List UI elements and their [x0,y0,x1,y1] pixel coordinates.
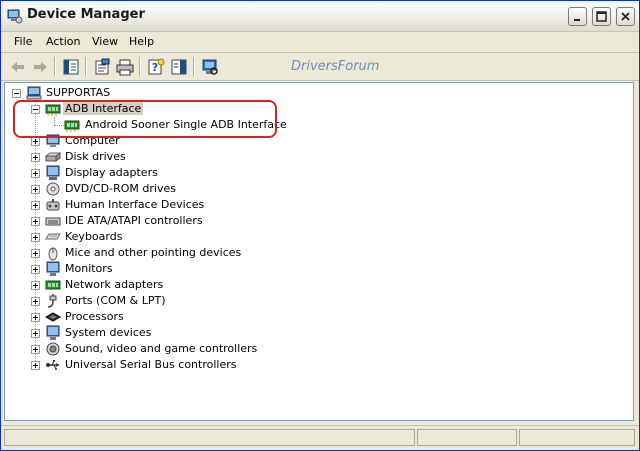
expand-icon[interactable] [31,185,40,194]
tree-item-category[interactable]: Human Interface Devices [5,197,605,213]
toolbar-separator [85,57,87,77]
status-pane-3 [519,429,635,446]
menu-help[interactable]: Help [129,35,154,48]
tree-item-category[interactable]: Display adapters [5,165,605,181]
category-label: System devices [65,326,152,339]
menu-file[interactable]: File [14,35,32,48]
cdrom-icon [46,182,60,196]
toolbar-separator [139,57,141,77]
tree-item-category[interactable]: Disk drives [5,149,605,165]
show-hide-pane-icon[interactable] [169,57,189,77]
expand-icon[interactable] [31,281,40,290]
window-title: Device Manager [27,7,145,22]
close-button[interactable] [616,7,635,26]
expand-icon[interactable] [31,201,40,210]
computer-icon [26,86,42,100]
title-bar[interactable]: Device Manager [1,1,639,32]
disk-drive-icon [45,152,61,162]
device-manager-window: Device Manager File Action View Help ? D… [0,0,640,451]
category-label: Processors [65,310,124,323]
adb-highlight-box [13,100,277,138]
print-icon[interactable] [115,57,135,77]
sound-icon [46,342,60,356]
toolbar-separator [193,57,195,77]
expand-icon[interactable] [31,249,40,258]
minimize-button[interactable] [568,7,587,26]
maximize-icon [596,11,607,22]
category-label: Network adapters [65,278,164,291]
expand-icon[interactable] [31,153,40,162]
ide-controller-icon [45,217,61,226]
category-label: Human Interface Devices [65,198,205,211]
expand-icon[interactable] [31,137,40,146]
keyboard-icon [45,233,61,240]
display-adapter-icon [46,165,60,180]
tree-item-category[interactable]: Universal Serial Bus controllers [5,357,605,373]
port-icon [47,294,57,308]
network-adapter-icon [45,280,61,290]
watermark-text: DriversForum [291,59,380,74]
back-arrow-icon[interactable] [8,57,28,77]
svg-text:?: ? [152,61,158,74]
processor-icon [45,312,61,322]
tree-item-category[interactable]: Sound, video and game controllers [5,341,605,357]
tree-item-category[interactable]: DVD/CD-ROM drives [5,181,605,197]
monitor-icon [46,261,60,276]
expand-icon[interactable] [31,169,40,178]
category-label: IDE ATA/ATAPI controllers [65,214,203,227]
status-pane-main [4,429,415,446]
status-pane-2 [417,429,517,446]
collapse-icon[interactable] [12,89,21,98]
toolbar: ? DriversForum [1,53,639,81]
tree-root-label: SUPPORTAS [46,86,111,99]
maximize-button[interactable] [592,7,611,26]
expand-icon[interactable] [31,361,40,370]
usb-icon [46,360,59,370]
tree-item-category[interactable]: Monitors [5,261,605,277]
category-label: Mice and other pointing devices [65,246,242,259]
system-device-icon [46,325,60,340]
tree-root[interactable]: SUPPORTAS [5,85,605,101]
expand-icon[interactable] [31,233,40,242]
close-icon [621,12,630,21]
category-label: Sound, video and game controllers [65,342,258,355]
tree-item-category[interactable]: Processors [5,309,605,325]
minimize-icon [574,19,580,21]
category-label: Display adapters [65,166,158,179]
console-tree-icon[interactable] [61,57,81,77]
tree-item-category[interactable]: Keyboards [5,229,605,245]
expand-icon[interactable] [31,345,40,354]
hid-icon [46,199,60,211]
help-icon[interactable]: ? [146,57,166,77]
category-label: Monitors [65,262,113,275]
expand-icon[interactable] [31,265,40,274]
expand-icon[interactable] [31,313,40,322]
category-label: Disk drives [65,150,126,163]
tree-item-category[interactable]: Network adapters [5,277,605,293]
category-label: Universal Serial Bus controllers [65,358,237,371]
scan-hardware-icon[interactable] [200,57,220,77]
status-bar [1,425,639,450]
category-label: DVD/CD-ROM drives [65,182,176,195]
expand-icon[interactable] [31,297,40,306]
menu-view[interactable]: View [92,35,118,48]
mouse-icon [48,247,58,261]
expand-icon[interactable] [31,217,40,226]
properties-icon[interactable] [92,57,112,77]
device-manager-icon [7,9,23,24]
menu-action[interactable]: Action [46,35,80,48]
tree-item-category[interactable]: System devices [5,325,605,341]
forward-arrow-icon[interactable] [30,57,50,77]
tree-item-category[interactable]: Mice and other pointing devices [5,245,605,261]
expand-icon[interactable] [31,329,40,338]
category-label: Ports (COM & LPT) [65,294,166,307]
category-label: Keyboards [65,230,123,243]
menu-bar: File Action View Help [1,32,639,53]
tree-item-category[interactable]: IDE ATA/ATAPI controllers [5,213,605,229]
toolbar-separator [54,57,56,77]
tree-item-category[interactable]: Ports (COM & LPT) [5,293,605,309]
